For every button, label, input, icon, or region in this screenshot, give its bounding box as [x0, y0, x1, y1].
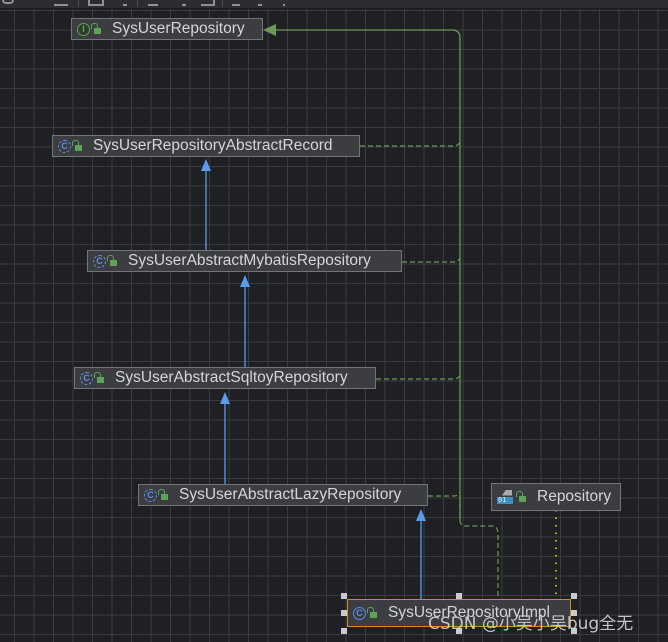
class-icon: C — [353, 606, 366, 620]
node-label: SysUserRepository — [112, 20, 245, 37]
public-visibility-icon — [91, 23, 101, 34]
edge-implements-lazy — [428, 491, 461, 497]
edge-implements-trunk — [276, 29, 461, 520]
node-sys-user-repository[interactable]: I SysUserRepository — [71, 18, 263, 40]
edge-extends-arrowhead — [416, 509, 426, 521]
edge-extends-arrowhead — [240, 275, 250, 287]
node-sys-user-abstract-mybatis-repository[interactable]: C SysUserAbstractMybatisRepository — [87, 250, 402, 272]
binary-annotation-icon: 01 — [497, 489, 514, 505]
node-label: SysUserAbstractLazyRepository — [179, 486, 402, 503]
resize-handle-middle-left[interactable] — [341, 610, 347, 616]
edge-extends-arrowhead — [220, 392, 230, 404]
edge-implements-impl — [459, 496, 499, 600]
public-visibility-icon — [94, 372, 104, 383]
node-label: SysUserAbstractMybatisRepository — [128, 252, 371, 269]
abstract-class-icon: C — [80, 371, 93, 385]
watermark: CSDN @小吴小吴bug全无 — [428, 614, 634, 634]
public-visibility-icon — [72, 140, 82, 151]
resize-handle-top-left[interactable] — [341, 593, 347, 599]
node-sys-user-repository-abstract-record[interactable]: C SysUserRepositoryAbstractRecord — [52, 135, 360, 157]
resize-handle-top-right[interactable] — [571, 593, 577, 599]
resize-handle-bottom-left[interactable] — [341, 628, 347, 634]
node-sys-user-abstract-lazy-repository[interactable]: C SysUserAbstractLazyRepository — [138, 484, 428, 506]
interface-icon: I — [77, 22, 90, 36]
node-label: Repository — [537, 488, 612, 505]
public-visibility-icon — [107, 255, 117, 266]
diagram-edges — [201, 24, 557, 600]
abstract-class-icon: C — [93, 254, 106, 268]
node-repository[interactable]: 01 Repository — [491, 483, 621, 511]
edge-extends-arrowhead — [201, 159, 211, 171]
public-visibility-icon — [367, 607, 377, 618]
edge-implements-mybatis — [402, 257, 461, 263]
edge-implements-sqltoy — [376, 374, 461, 380]
edge-implements-record — [360, 141, 461, 147]
edge-implements-arrowhead — [263, 24, 276, 36]
node-sys-user-abstract-sqltoy-repository[interactable]: C SysUserAbstractSqltoyRepository — [74, 367, 376, 389]
node-label: SysUserRepositoryAbstractRecord — [93, 137, 333, 154]
node-label: SysUserAbstractSqltoyRepository — [115, 369, 348, 386]
resize-handle-top-center[interactable] — [456, 593, 462, 599]
abstract-class-icon: C — [58, 139, 71, 153]
public-visibility-icon — [158, 489, 168, 500]
public-visibility-icon — [516, 491, 526, 502]
abstract-class-icon: C — [144, 488, 157, 502]
